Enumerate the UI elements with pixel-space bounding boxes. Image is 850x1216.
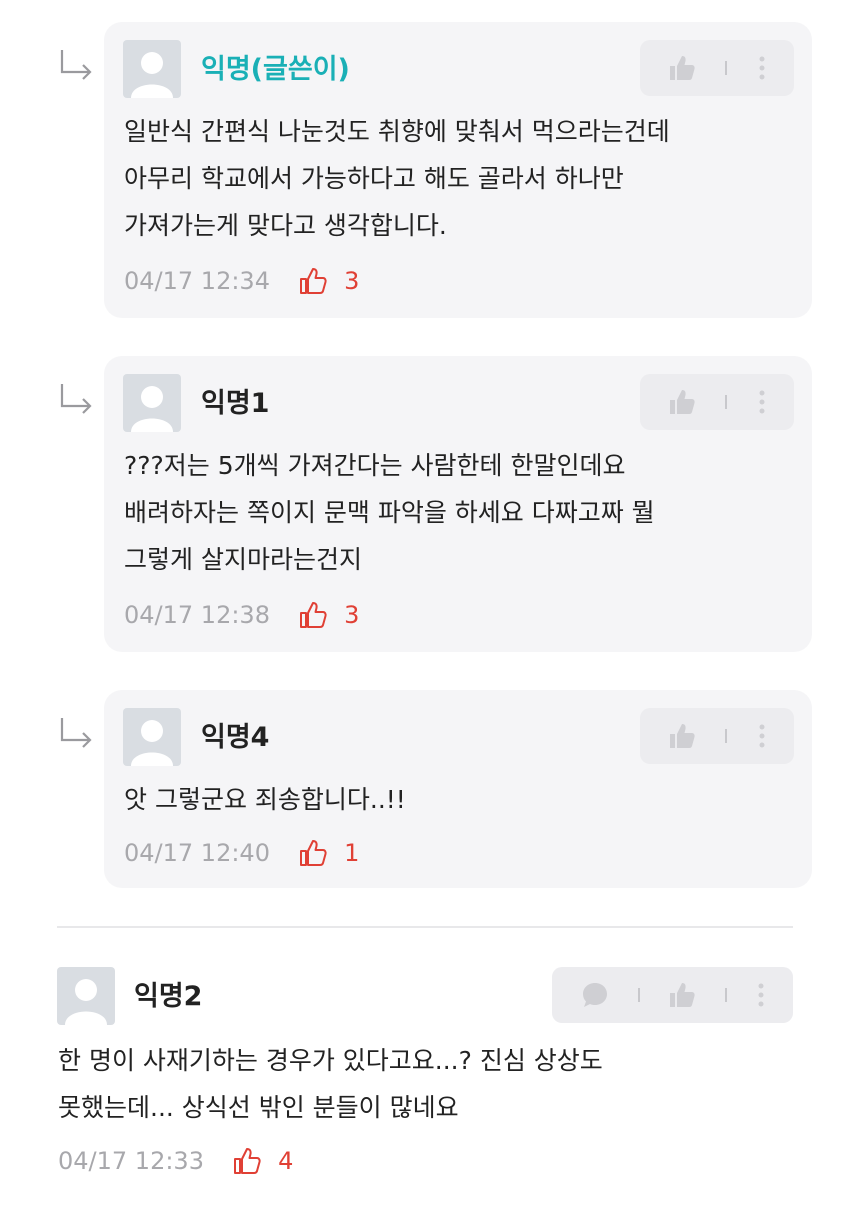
- thumbs-up-icon[interactable]: [667, 721, 697, 751]
- like-count: 3: [344, 266, 360, 295]
- comment-meta: 04/17 12:34 3: [124, 263, 359, 297]
- like-count: 1: [344, 838, 360, 867]
- more-vertical-icon[interactable]: [747, 387, 777, 417]
- avatar[interactable]: [123, 374, 181, 432]
- more-vertical-icon[interactable]: [747, 53, 777, 83]
- comment-actions: [640, 708, 794, 764]
- thumbs-up-icon[interactable]: [667, 980, 697, 1010]
- comment-divider: [57, 926, 793, 928]
- comment-meta: 04/17 12:38 3: [124, 597, 359, 631]
- like-count: 4: [278, 1146, 294, 1175]
- reply-card: 익명1 ???저는 5개씩 가져간다는 사람한테 한말인데요 배려하자는 쪽이지…: [104, 356, 812, 652]
- comment-text: ???저는 5개씩 가져간다는 사람한테 한말인데요 배려하자는 쪽이지 문맥 …: [124, 451, 655, 574]
- like-count: 3: [344, 600, 360, 629]
- like-outline-icon[interactable]: [231, 1145, 263, 1177]
- divider: [725, 395, 727, 409]
- comment-meta: 04/17 12:40 1: [124, 835, 359, 869]
- comment-meta: 04/17 12:33 4: [58, 1143, 293, 1177]
- avatar[interactable]: [123, 708, 181, 766]
- more-vertical-icon[interactable]: [747, 721, 777, 751]
- reply-card: 익명(글쓴이) 일반식 간편식 나눈것도 취향에 맞춰서 먹으라는건데 아무리 …: [104, 22, 812, 318]
- author-name[interactable]: 익명(글쓴이): [201, 53, 350, 87]
- like-outline-icon[interactable]: [297, 599, 329, 631]
- author-name[interactable]: 익명2: [134, 980, 202, 1014]
- divider: [725, 988, 727, 1002]
- comment-actions: [640, 374, 794, 430]
- reply-arrow-icon: [60, 384, 92, 414]
- more-vertical-icon[interactable]: [746, 980, 776, 1010]
- timestamp: 04/17 12:34: [124, 266, 270, 295]
- avatar[interactable]: [57, 967, 115, 1025]
- divider: [725, 729, 727, 743]
- timestamp: 04/17 12:33: [58, 1146, 204, 1175]
- reply-card: 익명4 앗 그렇군요 죄송합니다..!! 04/17 12:40 1: [104, 690, 812, 888]
- divider: [638, 988, 640, 1002]
- comment-text: 일반식 간편식 나눈것도 취향에 맞춰서 먹으라는건데 아무리 학교에서 가능하…: [124, 117, 670, 240]
- author-name[interactable]: 익명4: [201, 721, 269, 755]
- divider: [725, 61, 727, 75]
- thumbs-up-icon[interactable]: [667, 387, 697, 417]
- like-outline-icon[interactable]: [297, 265, 329, 297]
- timestamp: 04/17 12:38: [124, 600, 270, 629]
- comment-actions: [552, 967, 793, 1023]
- comment-text: 앗 그렇군요 죄송합니다..!!: [124, 785, 406, 814]
- comment-text: 한 명이 사재기하는 경우가 있다고요...? 진심 상상도 못했는데... 상…: [58, 1046, 603, 1122]
- comment-actions: [640, 40, 794, 96]
- thumbs-up-icon[interactable]: [667, 53, 697, 83]
- speech-bubble-icon[interactable]: [580, 980, 610, 1010]
- author-name[interactable]: 익명1: [201, 387, 269, 421]
- reply-arrow-icon: [60, 718, 92, 748]
- avatar[interactable]: [123, 40, 181, 98]
- reply-arrow-icon: [60, 50, 92, 80]
- like-outline-icon[interactable]: [297, 837, 329, 869]
- timestamp: 04/17 12:40: [124, 838, 270, 867]
